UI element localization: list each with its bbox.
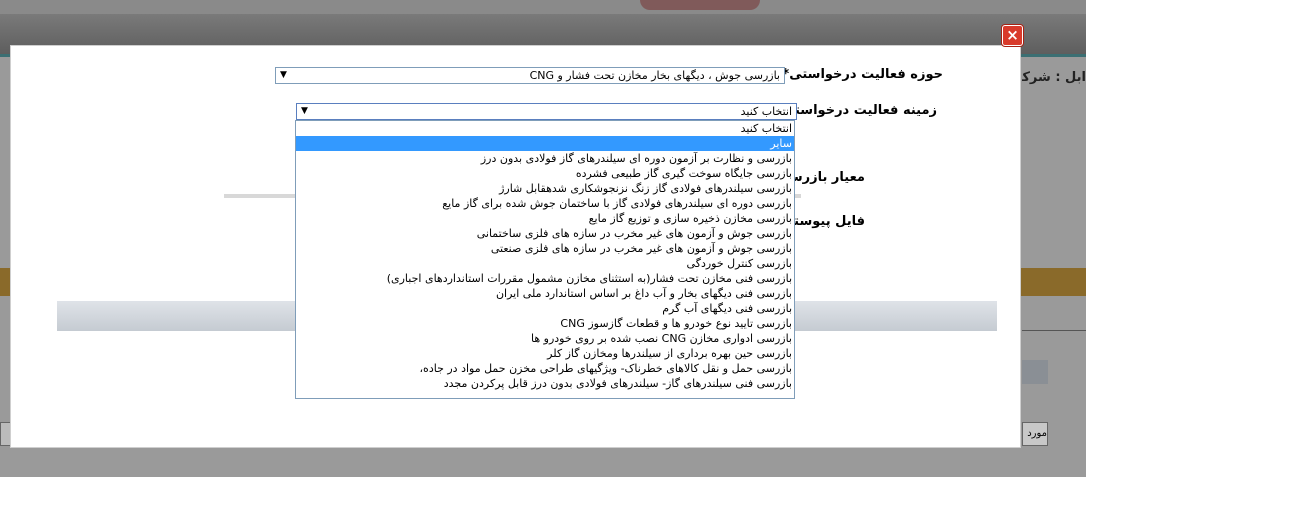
chevron-down-icon: ▼ xyxy=(280,70,287,80)
dropdown-option[interactable]: بازرسی فنی دیگهای بخار و آب داغ بر اساس … xyxy=(296,286,794,301)
bg-company-label: ابل : شرکت xyxy=(1022,70,1086,85)
area-selected-value: انتخاب کنید xyxy=(740,105,792,118)
dropdown-option[interactable]: بازرسی حمل و نقل کالاهای خطرناک- ویژگیها… xyxy=(296,361,794,376)
area-select[interactable]: انتخاب کنید ▼ xyxy=(296,103,797,120)
area-label: زمینه فعالیت درخواستی : xyxy=(772,103,937,118)
dropdown-option[interactable]: بازرسی فنی دیگهای آب گرم xyxy=(296,301,794,316)
scope-selected-value: بازرسی جوش ، دیگهای بخار مخازن تحت فشار … xyxy=(529,69,780,82)
chevron-down-icon: ▼ xyxy=(301,106,308,116)
dropdown-option[interactable]: بازرسی جایگاه سوخت گیری گاز طبیعی فشرده xyxy=(296,166,794,181)
dropdown-option[interactable]: بازرسی حین بهره برداری از سیلندرها ومخاز… xyxy=(296,346,794,361)
scope-select[interactable]: بازرسی جوش ، دیگهای بخار مخازن تحت فشار … xyxy=(275,67,785,84)
bg-panel xyxy=(1022,360,1048,384)
dropdown-option[interactable]: سایر xyxy=(296,136,794,151)
dropdown-option[interactable]: بازرسی فنی سیلندرهای گاز- سیلندرهای فولا… xyxy=(296,376,794,391)
close-icon[interactable]: × xyxy=(1002,25,1023,46)
bg-divider-line xyxy=(1022,330,1086,331)
bg-logo-shape xyxy=(640,0,760,10)
dropdown-option[interactable]: بازرسی مخازن ذخیره سازی و توزیع گاز مایع xyxy=(296,211,794,226)
dropdown-option[interactable]: بازرسی ادواری مخازن CNG نصب شده بر روی خ… xyxy=(296,331,794,346)
bg-top-banner xyxy=(0,0,1086,14)
bg-button: مورد xyxy=(1022,422,1048,446)
dropdown-option[interactable]: بازرسی تایید نوع خودرو ها و قطعات گازسوز… xyxy=(296,316,794,331)
dropdown-option[interactable]: بازرسی جوش و آزمون های غیر مخرب در سازه … xyxy=(296,226,794,241)
dropdown-option[interactable]: بازرسی سیلندرهای فولادی گاز زنگ نزنجوشکا… xyxy=(296,181,794,196)
criteria-label: معیار بازرسی xyxy=(795,170,865,185)
dropdown-option[interactable]: بازرسی کنترل خوردگی xyxy=(296,256,794,271)
scope-label: حوزه فعالیت درخواستی*: xyxy=(777,67,943,82)
dropdown-option[interactable]: بازرسی و نظارت بر آزمون دوره ای سیلندرها… xyxy=(296,151,794,166)
dropdown-option[interactable]: انتخاب کنید xyxy=(296,121,794,136)
dropdown-option[interactable]: بازرسی فنی مخازن تحت فشار(به استثنای مخا… xyxy=(296,271,794,286)
attachment-label: فایل پیوستی xyxy=(795,214,865,229)
area-dropdown-list[interactable]: انتخاب کنید سایر بازرسی و نظارت بر آزمون د… xyxy=(295,120,795,399)
dropdown-option[interactable]: بازرسی دوره ای سیلندرهای فولادی گاز با س… xyxy=(296,196,794,211)
dropdown-option[interactable]: بازرسی جوش و آزمون های غیر مخرب در سازه … xyxy=(296,241,794,256)
